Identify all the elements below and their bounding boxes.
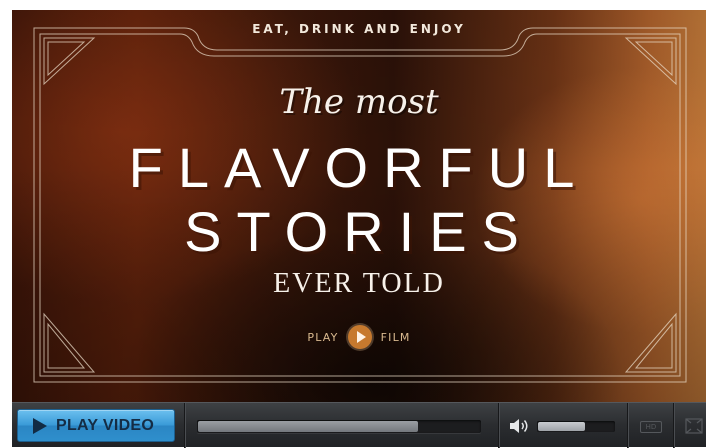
play-circle-icon[interactable] <box>347 325 372 349</box>
tagline: EAT, DRINK AND ENJOY <box>252 22 466 36</box>
title-ever-told: EVER TOLD <box>273 268 445 299</box>
title-flavorful: FLAVORFUL <box>128 136 590 199</box>
player-page: EAT, DRINK AND ENJOY The most FLAVORFUL … <box>0 0 706 448</box>
divider <box>673 403 674 448</box>
title-the-most: The most <box>279 82 439 122</box>
divider <box>184 403 185 448</box>
player-control-bar: PLAY VIDEO HD <box>12 402 706 448</box>
progress-buffered <box>198 421 418 432</box>
play-icon <box>33 417 47 434</box>
play-video-button[interactable]: PLAY VIDEO <box>17 409 175 442</box>
play-film-button[interactable]: PLAY FILM <box>12 325 706 349</box>
divider <box>627 403 628 448</box>
volume-slider[interactable] <box>537 421 615 432</box>
volume-level <box>538 422 585 431</box>
divider <box>498 403 499 448</box>
play-video-label: PLAY VIDEO <box>56 416 155 434</box>
video-area[interactable]: EAT, DRINK AND ENJOY The most FLAVORFUL … <box>12 10 706 402</box>
title-stories: STORIES <box>184 200 534 263</box>
hd-icon[interactable]: HD <box>640 421 662 433</box>
play-label: PLAY <box>307 330 339 344</box>
speaker-icon[interactable] <box>508 417 532 435</box>
progress-bar[interactable] <box>197 420 481 433</box>
film-label: FILM <box>380 330 411 344</box>
fullscreen-icon[interactable] <box>684 417 704 435</box>
